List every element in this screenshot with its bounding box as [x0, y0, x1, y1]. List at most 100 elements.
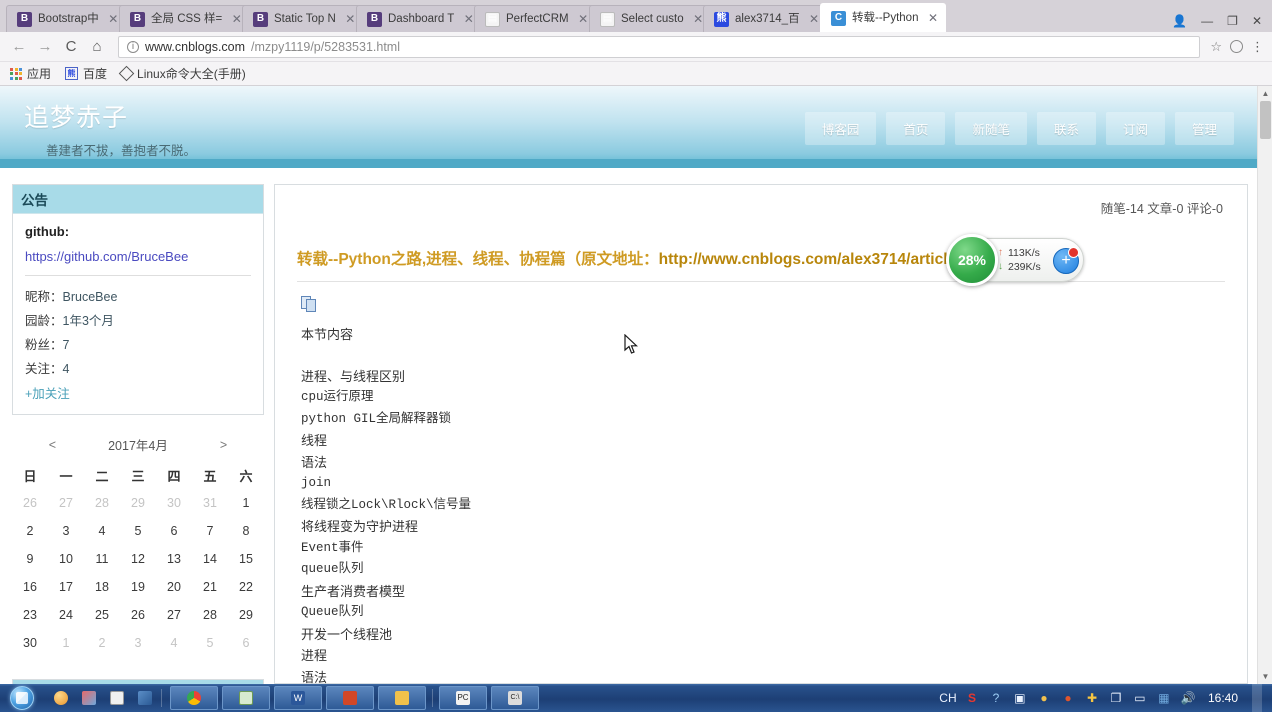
calendar-day[interactable]: 1	[48, 629, 84, 657]
nav-item-manage[interactable]: 管理	[1174, 112, 1234, 145]
scroll-down-icon[interactable]: ▼	[1258, 669, 1272, 684]
calendar-day[interactable]: 11	[84, 545, 120, 573]
close-window-button[interactable]: ✕	[1246, 14, 1268, 28]
calendar-day[interactable]: 23	[12, 601, 48, 629]
window-icon[interactable]: ❐	[1108, 690, 1124, 706]
calendar-day[interactable]: 3	[120, 629, 156, 657]
paint-icon[interactable]	[76, 687, 102, 709]
taskbar-item-folder[interactable]	[378, 686, 426, 710]
browser-tab[interactable]: ▤ PerfectCRM ✕	[474, 5, 597, 32]
taskbar-item-cmd[interactable]: C:\	[491, 686, 539, 710]
network-speed-widget[interactable]: 28% ↑ 113K/s ↓ 239K/s +	[946, 234, 1084, 286]
bookmark-apps[interactable]: 应用	[10, 65, 51, 82]
calendar-next-icon[interactable]: >	[220, 438, 227, 452]
nav-item-blogs-home[interactable]: 博客园	[804, 112, 877, 145]
calendar-day[interactable]: 22	[228, 573, 264, 601]
taskbar-item-powerpoint[interactable]	[326, 686, 374, 710]
home-icon[interactable]: ⌂	[86, 36, 108, 58]
article-title[interactable]: 转载--Python之路,进程、线程、协程篇（原文地址：http://www.c…	[297, 247, 1225, 282]
calendar-day[interactable]: 2	[12, 517, 48, 545]
chrome-menu-icon[interactable]: ⋮	[1251, 40, 1264, 53]
monitor-icon[interactable]: ▭	[1132, 690, 1148, 706]
calendar-day[interactable]: 6	[156, 517, 192, 545]
address-bar[interactable]: i www.cnblogs.com/mzpy1119/p/5283531.htm…	[118, 35, 1201, 58]
user-avatar-icon[interactable]: 👤	[1166, 14, 1193, 28]
firefox-icon[interactable]: ●	[1060, 690, 1076, 706]
maximize-button[interactable]: ❐	[1221, 14, 1244, 28]
shield-icon[interactable]: ✚	[1084, 690, 1100, 706]
calendar-day[interactable]: 5	[192, 629, 228, 657]
scrollbar-thumb[interactable]	[1260, 101, 1271, 139]
browser-tab[interactable]: B 全局 CSS 样= ✕	[118, 5, 250, 32]
calendar-day[interactable]: 10	[48, 545, 84, 573]
calendar-day[interactable]: 29	[228, 601, 264, 629]
reload-icon[interactable]: C	[60, 36, 82, 58]
calendar-day[interactable]: 21	[192, 573, 228, 601]
calendar-day[interactable]: 30	[156, 489, 192, 517]
calendar-day[interactable]: 9	[12, 545, 48, 573]
calendar-day[interactable]: 20	[156, 573, 192, 601]
calendar-day[interactable]: 29	[120, 489, 156, 517]
github-link[interactable]: https://github.com/BruceBee	[25, 249, 251, 276]
calendar-day[interactable]: 4	[156, 629, 192, 657]
forward-icon[interactable]: →	[34, 36, 56, 58]
tool-icon[interactable]	[132, 687, 158, 709]
sogou-icon[interactable]: S	[964, 690, 980, 706]
page-scrollbar[interactable]: ▲ ▼	[1257, 86, 1272, 684]
calendar-day[interactable]: 27	[48, 489, 84, 517]
add-follow-link[interactable]: +加关注	[25, 383, 251, 402]
back-icon[interactable]: ←	[8, 36, 30, 58]
calendar-day[interactable]: 18	[84, 573, 120, 601]
calendar-day[interactable]: 5	[120, 517, 156, 545]
ime-indicator[interactable]: CH	[939, 690, 956, 706]
taskbar-clock[interactable]: 16:40	[1204, 691, 1238, 705]
calendar-day[interactable]: 7	[192, 517, 228, 545]
copy-icon[interactable]	[301, 296, 318, 312]
calendar-day[interactable]: 12	[120, 545, 156, 573]
bookmark-linux-manual[interactable]: Linux命令大全(手册)	[118, 65, 246, 82]
scroll-up-icon[interactable]: ▲	[1258, 86, 1272, 101]
browser-tab-active[interactable]: C 转载--Python ✕	[819, 3, 947, 32]
calendar-day[interactable]: 15	[228, 545, 264, 573]
bookmark-star-icon[interactable]: ☆	[1210, 39, 1222, 55]
nav-item-home[interactable]: 首页	[886, 112, 946, 145]
media-player-icon[interactable]	[48, 687, 74, 709]
nav-item-contact[interactable]: 联系	[1036, 112, 1096, 145]
calendar-day[interactable]: 27	[156, 601, 192, 629]
site-info-icon[interactable]: i	[127, 40, 139, 53]
minimize-button[interactable]: —	[1195, 14, 1219, 28]
bookmark-baidu[interactable]: 熊 百度	[65, 65, 107, 82]
calendar-day[interactable]: 17	[48, 573, 84, 601]
close-icon[interactable]: ✕	[808, 12, 821, 26]
browser-tab[interactable]: B Dashboard T ✕	[355, 5, 483, 32]
taskbar-item-word[interactable]: W	[274, 686, 322, 710]
calendar-day[interactable]: 6	[228, 629, 264, 657]
help-icon[interactable]: ?	[988, 690, 1004, 706]
calendar-day[interactable]: 16	[12, 573, 48, 601]
qq-icon[interactable]: ●	[1036, 690, 1052, 706]
browser-tab[interactable]: 熊 alex3714_百 ✕	[703, 5, 828, 32]
close-icon[interactable]: ✕	[344, 12, 357, 26]
browser-tab[interactable]: ▤ Select custo ✕	[588, 5, 712, 32]
calendar-day[interactable]: 24	[48, 601, 84, 629]
save-icon[interactable]	[104, 687, 130, 709]
calendar-prev-icon[interactable]: <	[49, 438, 56, 452]
profile-icon[interactable]	[1230, 40, 1243, 53]
calendar-day[interactable]: 28	[84, 489, 120, 517]
calendar-day[interactable]: 19	[120, 573, 156, 601]
calendar-day[interactable]: 1	[228, 489, 264, 517]
calendar-day[interactable]: 31	[192, 489, 228, 517]
calendar-day[interactable]: 28	[192, 601, 228, 629]
calendar-day[interactable]: 26	[12, 489, 48, 517]
expand-widget-button[interactable]: +	[1053, 247, 1079, 274]
calendar-day[interactable]: 13	[156, 545, 192, 573]
calendar-day[interactable]: 2	[84, 629, 120, 657]
nav-item-new-post[interactable]: 新随笔	[955, 112, 1027, 145]
calendar-day[interactable]: 30	[12, 629, 48, 657]
browser-tab[interactable]: B Bootstrap中 ✕	[6, 5, 127, 32]
volume-icon[interactable]: 🔊	[1180, 690, 1196, 706]
calendar-day[interactable]: 4	[84, 517, 120, 545]
show-desktop-button[interactable]	[1252, 684, 1262, 712]
browser-tab[interactable]: B Static Top N ✕	[242, 5, 364, 32]
app-icon[interactable]: ▦	[1156, 690, 1172, 706]
